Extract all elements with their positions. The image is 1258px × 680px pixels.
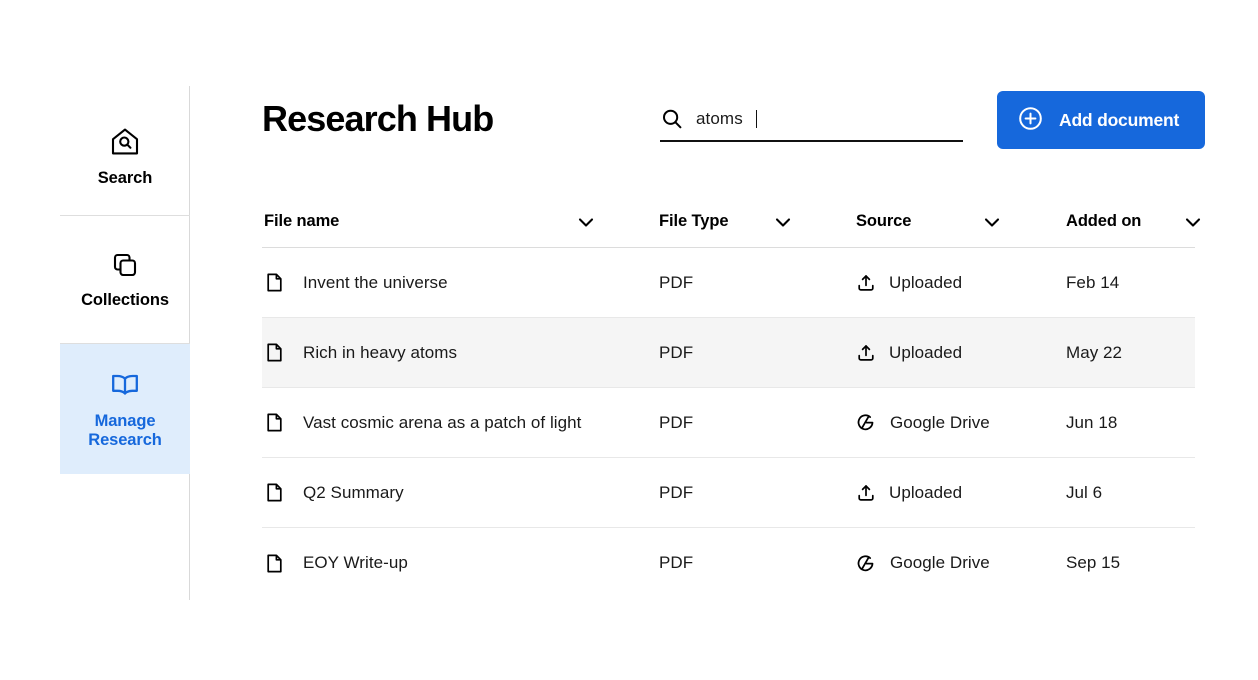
cell-source: Google Drive	[856, 553, 1066, 574]
search-field[interactable]: atoms	[660, 100, 963, 142]
documents-table: File name File Type Source	[262, 196, 1195, 598]
file-name-text: Q2 Summary	[303, 483, 404, 503]
document-icon	[264, 553, 285, 574]
sidebar: Search Collections Manage Research	[60, 86, 190, 600]
document-icon	[264, 412, 285, 433]
add-document-button[interactable]: Add document	[997, 91, 1205, 149]
column-label: File Type	[659, 212, 728, 231]
column-label: Source	[856, 212, 911, 231]
cell-file-type: PDF	[659, 273, 856, 293]
file-type-text: PDF	[659, 343, 693, 363]
cell-added-on: Jun 18	[1066, 413, 1195, 433]
table-row[interactable]: Invent the universe PDF Uploaded Feb 14	[262, 248, 1195, 318]
cell-added-on: Sep 15	[1066, 553, 1195, 573]
search-icon	[660, 107, 684, 131]
table-row[interactable]: Rich in heavy atoms PDF Uploaded May 22	[262, 318, 1195, 388]
document-icon	[264, 272, 285, 293]
chevron-down-icon[interactable]	[981, 211, 1003, 233]
file-type-text: PDF	[659, 483, 693, 503]
google-drive-icon	[856, 553, 877, 574]
added-on-text: Jun 18	[1066, 413, 1117, 433]
source-text: Google Drive	[890, 553, 990, 573]
cell-source: Uploaded	[856, 343, 1066, 363]
cell-source: Google Drive	[856, 412, 1066, 433]
open-book-icon	[108, 368, 142, 402]
cell-source: Uploaded	[856, 483, 1066, 503]
google-drive-icon	[856, 412, 877, 433]
cell-file-name[interactable]: Invent the universe	[262, 272, 659, 293]
home-search-icon	[108, 125, 142, 159]
chevron-down-icon[interactable]	[1182, 211, 1204, 233]
chevron-down-icon[interactable]	[772, 211, 794, 233]
chevron-down-icon[interactable]	[575, 211, 597, 233]
cell-added-on: Jul 6	[1066, 483, 1195, 503]
column-header-added-on[interactable]: Added on	[1066, 212, 1195, 231]
document-icon	[264, 482, 285, 503]
page-title: Research Hub	[262, 98, 493, 140]
text-caret	[756, 110, 757, 128]
added-on-text: Jul 6	[1066, 483, 1102, 503]
cell-file-name[interactable]: Q2 Summary	[262, 482, 659, 503]
file-type-text: PDF	[659, 413, 693, 433]
table-row[interactable]: Vast cosmic arena as a patch of light PD…	[262, 388, 1195, 458]
cell-added-on: May 22	[1066, 343, 1195, 363]
column-header-source[interactable]: Source	[856, 212, 1066, 231]
cell-file-name[interactable]: Rich in heavy atoms	[262, 342, 659, 363]
table-header-row: File name File Type Source	[262, 196, 1195, 248]
file-name-text: Rich in heavy atoms	[303, 343, 457, 363]
copy-stack-icon	[109, 249, 141, 281]
upload-icon	[856, 343, 876, 363]
source-text: Uploaded	[889, 273, 962, 293]
sidebar-item-label: Search	[98, 169, 152, 188]
sidebar-item-label: Manage Research	[66, 412, 184, 451]
column-label: File name	[264, 212, 339, 231]
sidebar-item-search[interactable]: Search	[60, 86, 190, 216]
added-on-text: Feb 14	[1066, 273, 1119, 293]
file-type-text: PDF	[659, 553, 693, 573]
document-icon	[264, 342, 285, 363]
upload-icon	[856, 483, 876, 503]
source-text: Google Drive	[890, 413, 990, 433]
file-name-text: Invent the universe	[303, 273, 448, 293]
cell-file-name[interactable]: Vast cosmic arena as a patch of light	[262, 412, 659, 433]
column-header-file-type[interactable]: File Type	[659, 212, 856, 231]
cell-file-type: PDF	[659, 413, 856, 433]
cell-added-on: Feb 14	[1066, 273, 1195, 293]
page-header: Research Hub atoms	[262, 88, 1195, 150]
file-type-text: PDF	[659, 273, 693, 293]
sidebar-item-manage-research[interactable]: Manage Research	[60, 344, 190, 474]
cell-file-type: PDF	[659, 553, 856, 573]
column-header-file-name[interactable]: File name	[262, 212, 659, 231]
source-text: Uploaded	[889, 343, 962, 363]
added-on-text: May 22	[1066, 343, 1122, 363]
plus-circle-icon	[1017, 105, 1044, 135]
source-text: Uploaded	[889, 483, 962, 503]
upload-icon	[856, 273, 876, 293]
research-hub-app: Search Collections Manage Research	[0, 0, 1258, 680]
table-row[interactable]: EOY Write-up PDF Google Drive Sep 15	[262, 528, 1195, 598]
table-row[interactable]: Q2 Summary PDF Uploaded Jul 6	[262, 458, 1195, 528]
added-on-text: Sep 15	[1066, 553, 1120, 573]
cell-file-type: PDF	[659, 343, 856, 363]
file-name-text: EOY Write-up	[303, 553, 408, 573]
cell-file-type: PDF	[659, 483, 856, 503]
file-name-text: Vast cosmic arena as a patch of light	[303, 413, 581, 433]
cell-file-name[interactable]: EOY Write-up	[262, 553, 659, 574]
add-document-label: Add document	[1059, 110, 1179, 131]
search-input-value[interactable]: atoms	[696, 109, 743, 129]
cell-source: Uploaded	[856, 273, 1066, 293]
sidebar-item-label: Collections	[81, 291, 169, 310]
sidebar-item-collections[interactable]: Collections	[60, 216, 190, 344]
main-content: Research Hub atoms	[262, 0, 1258, 680]
column-label: Added on	[1066, 212, 1141, 231]
